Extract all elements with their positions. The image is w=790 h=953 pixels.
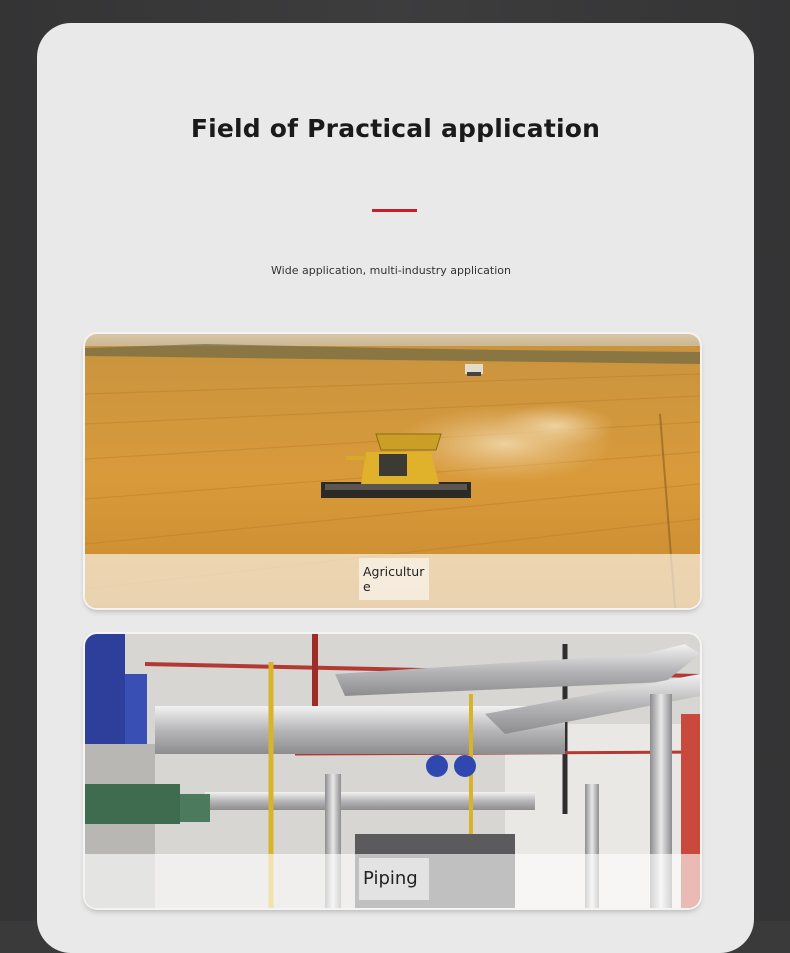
caption-band: Agriculture xyxy=(85,554,700,608)
section-subtitle: Wide application, multi-industry applica… xyxy=(271,264,511,277)
application-card-piping[interactable]: Piping xyxy=(85,634,700,908)
page-frame: Field of Practical application Wide appl… xyxy=(0,0,790,953)
section-title: Field of Practical application xyxy=(190,114,601,143)
application-label: Piping xyxy=(359,858,429,900)
title-accent-divider xyxy=(372,209,417,212)
application-label: Agriculture xyxy=(359,558,429,600)
application-card-agriculture[interactable]: Agriculture xyxy=(85,334,700,608)
caption-band: Piping xyxy=(85,854,700,908)
content-card: Field of Practical application Wide appl… xyxy=(37,23,754,953)
